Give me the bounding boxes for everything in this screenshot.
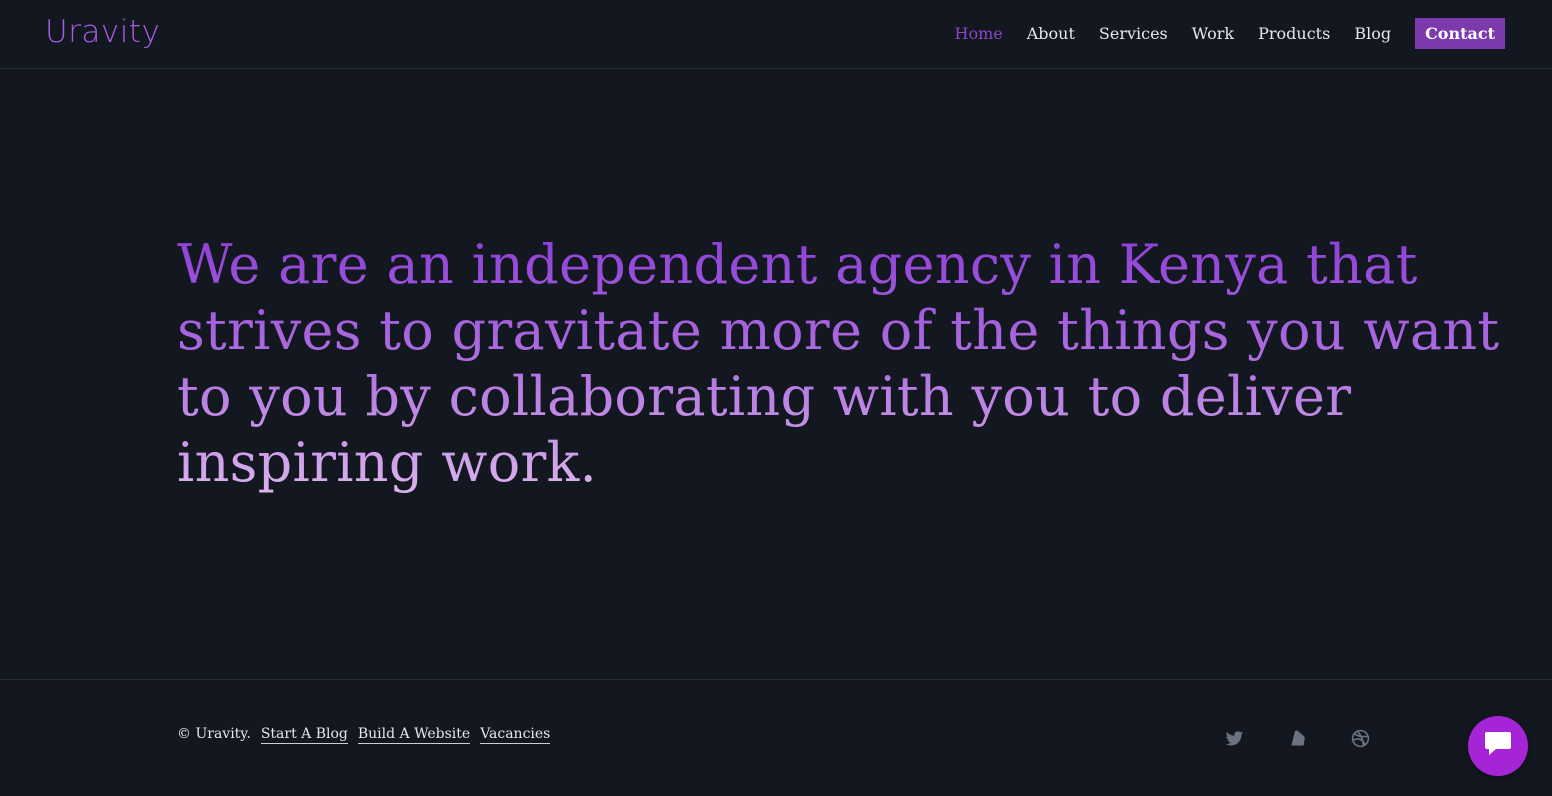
contact-button[interactable]: Contact [1415, 18, 1505, 49]
nav-home[interactable]: Home [954, 18, 1002, 49]
chat-bubble-icon [1483, 730, 1513, 762]
footer-links: © Uravity. Start A Blog Build A Website … [177, 726, 551, 744]
site-footer: © Uravity. Start A Blog Build A Website … [0, 679, 1552, 796]
nav-products[interactable]: Products [1258, 18, 1330, 49]
medium-icon[interactable] [1287, 728, 1308, 749]
nav-work[interactable]: Work [1192, 18, 1234, 49]
logo[interactable]: Uravity [45, 14, 160, 50]
dribbble-icon[interactable] [1350, 728, 1371, 749]
main-nav: Home About Services Work Products Blog C… [954, 18, 1505, 49]
chat-button[interactable] [1468, 716, 1528, 776]
twitter-icon[interactable] [1224, 728, 1245, 749]
copyright-text: © Uravity. [177, 726, 251, 742]
site-header: Uravity Home About Services Work Product… [0, 0, 1552, 69]
footer-link-start-a-blog[interactable]: Start A Blog [260, 726, 348, 744]
nav-blog[interactable]: Blog [1354, 18, 1391, 49]
nav-about[interactable]: About [1027, 18, 1075, 49]
nav-services[interactable]: Services [1099, 18, 1168, 49]
hero-section: We are an independent agency in Kenya th… [177, 232, 1527, 496]
hero-headline: We are an independent agency in Kenya th… [177, 232, 1527, 496]
footer-link-build-a-website[interactable]: Build A Website [357, 726, 471, 744]
footer-link-vacancies[interactable]: Vacancies [480, 726, 551, 744]
social-links [1224, 728, 1371, 749]
